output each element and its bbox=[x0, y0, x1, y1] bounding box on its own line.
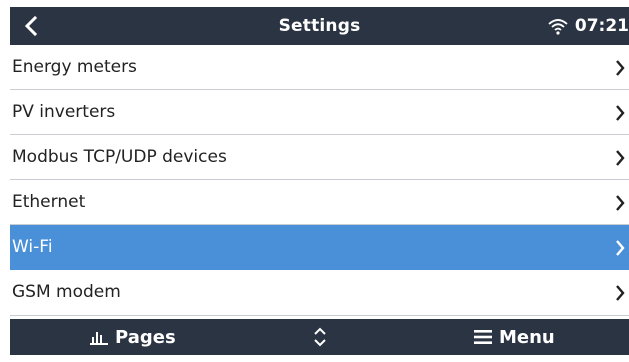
list-item-modbus-tcp-udp-devices[interactable]: Modbus TCP/UDP devices bbox=[10, 135, 629, 180]
pages-button[interactable]: Pages bbox=[90, 319, 176, 355]
menu-button[interactable]: Menu bbox=[474, 319, 555, 355]
pages-label: Pages bbox=[115, 326, 176, 348]
list-item-label: Ethernet bbox=[12, 192, 86, 212]
up-down-icon bbox=[314, 327, 326, 347]
wifi-icon bbox=[548, 19, 568, 35]
list-item-pv-inverters[interactable]: PV inverters bbox=[10, 90, 629, 135]
chevron-right-icon bbox=[616, 150, 625, 166]
list-item-label: Wi-Fi bbox=[12, 237, 53, 257]
list-item-label: GSM modem bbox=[12, 282, 121, 302]
scroll-button[interactable] bbox=[313, 319, 327, 355]
clock-time: 07:21 bbox=[574, 16, 629, 36]
bar-chart-icon bbox=[90, 332, 108, 345]
chevron-right-icon bbox=[616, 105, 625, 121]
list-item-wifi[interactable]: Wi-Fi bbox=[10, 225, 629, 270]
list-item-gsm-modem[interactable]: GSM modem bbox=[10, 270, 629, 316]
settings-screen: Settings 07:21 Energy meters PV inverter… bbox=[10, 7, 629, 355]
footer-bar: Pages Menu bbox=[10, 319, 629, 355]
settings-list: Energy meters PV inverters Modbus TCP/UD… bbox=[10, 45, 629, 316]
list-item-energy-meters[interactable]: Energy meters bbox=[10, 45, 629, 90]
page-title: Settings bbox=[278, 16, 361, 36]
chevron-right-icon bbox=[616, 60, 625, 76]
list-item-ethernet[interactable]: Ethernet bbox=[10, 180, 629, 225]
chevron-right-icon bbox=[616, 285, 625, 301]
header-bar: Settings 07:21 bbox=[10, 7, 629, 45]
list-item-label: Modbus TCP/UDP devices bbox=[12, 147, 227, 167]
chevron-right-icon bbox=[616, 195, 625, 211]
list-item-label: PV inverters bbox=[12, 102, 116, 122]
menu-label: Menu bbox=[499, 326, 555, 348]
list-item-label: Energy meters bbox=[12, 57, 137, 77]
chevron-right-icon bbox=[616, 240, 625, 256]
status-area: 07:21 bbox=[547, 7, 629, 45]
hamburger-icon bbox=[474, 330, 492, 344]
